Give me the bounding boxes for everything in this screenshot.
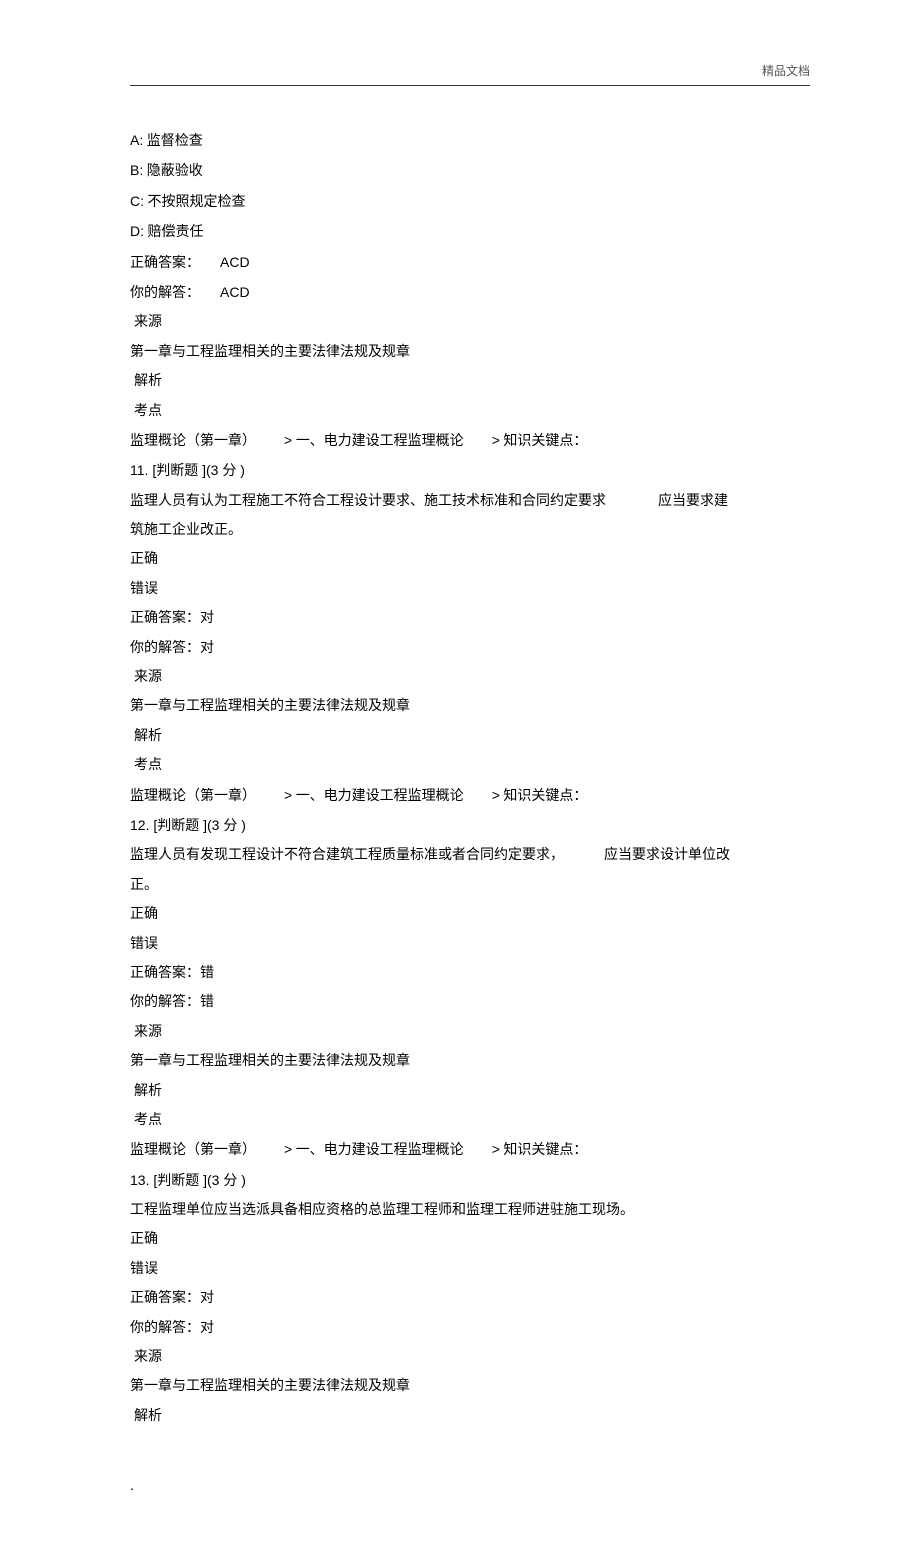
q12-your: 你的解答：错 (130, 988, 810, 1017)
option-b: B: 隐蔽验收 (130, 156, 810, 186)
option-c-text: 不按照规定检查 (148, 195, 246, 210)
point-breadcrumb: 监理概论（第一章） > 一、电力建设工程监理概论 > 知识关键点： (130, 781, 810, 811)
q11-body-line1b: 应当要求建 (658, 494, 728, 509)
point-part3: 知识关键点： (503, 434, 587, 449)
source-label: 来源 (130, 308, 810, 337)
q12-correct: 正确答案：错 (130, 959, 810, 988)
document-page: 精品文档 A: 监督检查 B: 隐蔽验收 C: 不按照规定检查 D: 赔偿责任 … (0, 0, 920, 1551)
q13-option-true: 正确 (130, 1225, 810, 1254)
analysis-label: 解析 (130, 367, 810, 396)
footer-dot: . (130, 1471, 810, 1500)
option-c: C: 不按照规定检查 (130, 187, 810, 217)
point-part1: 监理概论（第一章） (130, 434, 256, 449)
q13-header: 13. [判断题 ](3 分 ) (130, 1166, 810, 1196)
point-label: 考点 (130, 1106, 810, 1135)
analysis-label: 解析 (130, 1077, 810, 1106)
gt-icon: > (284, 787, 292, 803)
q11-option-false: 错误 (130, 575, 810, 604)
source-text: 第一章与工程监理相关的主要法律法规及规章 (130, 1047, 810, 1076)
q13-header-text: 13. [判断题 ](3 分 ) (130, 1172, 246, 1188)
point-part1: 监理概论（第一章） (130, 789, 256, 804)
q12-option-true: 正确 (130, 900, 810, 929)
q11-your: 你的解答：对 (130, 634, 810, 663)
q11-body-line2: 筑施工企业改正。 (130, 516, 810, 545)
document-content: A: 监督检查 B: 隐蔽验收 C: 不按照规定检查 D: 赔偿责任 正确答案：… (130, 126, 810, 1501)
q12-option-false: 错误 (130, 930, 810, 959)
point-part2: 一、电力建设工程监理概论 (296, 1143, 464, 1158)
q12-header-text: 12. [判断题 ](3 分 ) (130, 817, 246, 833)
gt-icon: > (284, 1141, 292, 1157)
analysis-label: 解析 (130, 722, 810, 751)
q11-header-text: 11. [判断题 ](3 分 ) (130, 462, 245, 478)
option-d-text: 赔偿责任 (148, 225, 204, 240)
q12-header: 12. [判断题 ](3 分 ) (130, 811, 810, 841)
point-breadcrumb: 监理概论（第一章） > 一、电力建设工程监理概论 > 知识关键点： (130, 1135, 810, 1165)
correct-answer-value: ACD (220, 254, 250, 270)
point-label: 考点 (130, 397, 810, 426)
q12-body-line2: 正。 (130, 871, 810, 900)
option-b-letter: B: (130, 162, 143, 178)
q13-option-false: 错误 (130, 1255, 810, 1284)
your-answer-value: ACD (220, 284, 250, 300)
point-part3: 知识关键点： (503, 1143, 587, 1158)
point-part2: 一、电力建设工程监理概论 (296, 789, 464, 804)
q12-body-line1: 监理人员有发现工程设计不符合建筑工程质量标准或者合同约定要求， 应当要求设计单位改 (130, 841, 810, 870)
option-d-letter: D: (130, 223, 144, 239)
source-label: 来源 (130, 663, 810, 692)
analysis-label: 解析 (130, 1402, 810, 1431)
point-part2: 一、电力建设工程监理概论 (296, 434, 464, 449)
gt-icon: > (492, 432, 500, 448)
source-text: 第一章与工程监理相关的主要法律法规及规章 (130, 692, 810, 721)
q11-header: 11. [判断题 ](3 分 ) (130, 456, 810, 486)
q13-correct: 正确答案：对 (130, 1284, 810, 1313)
point-label: 考点 (130, 751, 810, 780)
option-a-text: 监督检查 (147, 134, 203, 149)
q12-body-line1a: 监理人员有发现工程设计不符合建筑工程质量标准或者合同约定要求， (130, 848, 564, 863)
gt-icon: > (284, 432, 292, 448)
source-text: 第一章与工程监理相关的主要法律法规及规章 (130, 1372, 810, 1401)
your-answer-label: 你的解答： (130, 286, 200, 301)
q13-your: 你的解答：对 (130, 1314, 810, 1343)
source-label: 来源 (130, 1018, 810, 1047)
option-a-letter: A: (130, 132, 143, 148)
gt-icon: > (492, 1141, 500, 1157)
point-part3: 知识关键点： (503, 789, 587, 804)
q11-option-true: 正确 (130, 545, 810, 574)
source-label: 来源 (130, 1343, 810, 1372)
q11-body-line1a: 监理人员有认为工程施工不符合工程设计要求、施工技术标准和合同约定要求 (130, 494, 606, 509)
header-watermark: 精品文档 (762, 62, 810, 79)
q11-correct: 正确答案：对 (130, 604, 810, 633)
option-c-letter: C: (130, 193, 144, 209)
gt-icon: > (492, 787, 500, 803)
correct-answer-10: 正确答案： ACD (130, 248, 810, 278)
option-d: D: 赔偿责任 (130, 217, 810, 247)
option-a: A: 监督检查 (130, 126, 810, 156)
q11-body-line1: 监理人员有认为工程施工不符合工程设计要求、施工技术标准和合同约定要求 应当要求建 (130, 487, 810, 516)
q12-body-line1b: 应当要求设计单位改 (604, 848, 730, 863)
your-answer-10: 你的解答： ACD (130, 278, 810, 308)
q13-body-line1: 工程监理单位应当选派具备相应资格的总监理工程师和监理工程师进驻施工现场。 (130, 1196, 810, 1225)
point-breadcrumb: 监理概论（第一章） > 一、电力建设工程监理概论 > 知识关键点： (130, 426, 810, 456)
option-b-text: 隐蔽验收 (147, 164, 203, 179)
header-rule (130, 85, 810, 86)
point-part1: 监理概论（第一章） (130, 1143, 256, 1158)
correct-answer-label: 正确答案： (130, 256, 200, 271)
source-text: 第一章与工程监理相关的主要法律法规及规章 (130, 338, 810, 367)
